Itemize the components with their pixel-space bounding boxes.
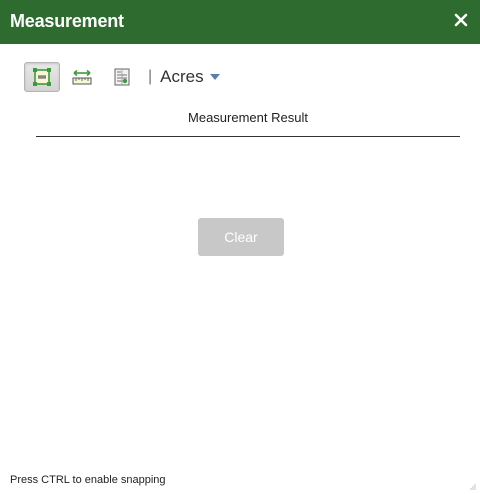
distance-measure-icon (72, 69, 92, 85)
area-tool-button[interactable] (24, 62, 60, 92)
title-bar[interactable]: Measurement (0, 0, 480, 44)
close-icon[interactable] (452, 11, 470, 29)
location-measure-icon (114, 68, 130, 86)
toolbar-separator: | (148, 68, 153, 85)
unit-dropdown[interactable]: Acres (160, 67, 220, 87)
caret-down-icon (209, 74, 220, 80)
snapping-hint: Press CTRL to enable snapping (10, 474, 166, 486)
measurement-panel: Measurement | Acres Measurement Result C… (0, 0, 480, 494)
result-divider (36, 136, 460, 137)
resize-grip-icon[interactable] (470, 484, 476, 490)
measure-toolbar: | Acres (24, 62, 220, 92)
clear-button[interactable]: Clear (198, 218, 284, 256)
panel-title: Measurement (10, 11, 124, 31)
area-measure-icon (33, 68, 51, 86)
unit-label: Acres (160, 67, 204, 86)
measurement-result-label: Measurement Result (188, 110, 308, 125)
distance-tool-button[interactable] (64, 62, 100, 92)
location-tool-button[interactable] (104, 62, 140, 92)
